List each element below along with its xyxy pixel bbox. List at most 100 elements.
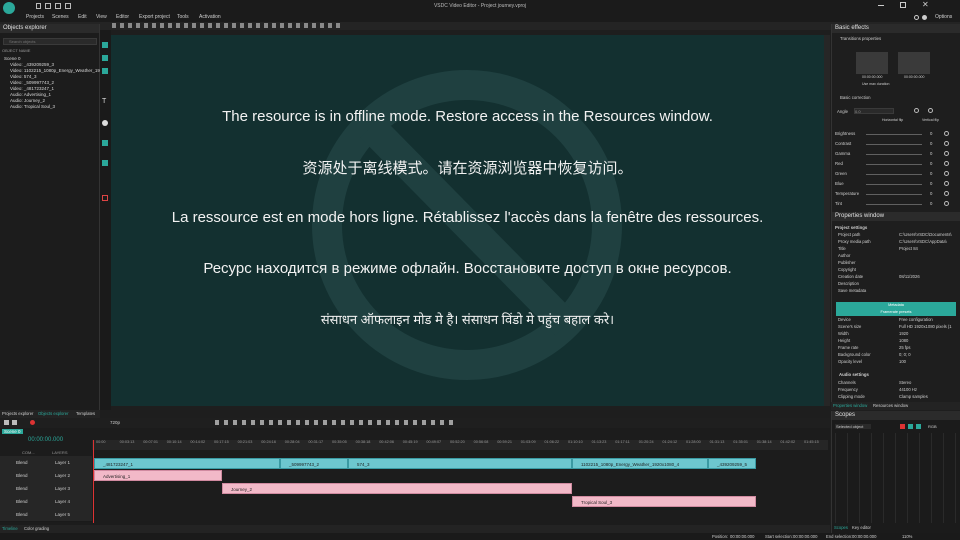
property-value[interactable]: 100 (899, 358, 906, 365)
property-row[interactable]: Scene's size Full HD 1920x1080 pixels (1 (831, 323, 957, 330)
correction-slider[interactable] (866, 194, 922, 195)
user-icon[interactable] (922, 15, 927, 20)
menu-tools[interactable]: Tools (177, 14, 189, 20)
preview-canvas[interactable]: The resource is in offline mode. Restore… (111, 35, 824, 406)
property-value[interactable]: Full HD 1920x1080 pixels (1 (899, 323, 952, 330)
menu-activation[interactable]: Activation (199, 14, 221, 20)
property-row[interactable]: Frame rate 25 fps (831, 344, 957, 351)
property-row[interactable]: Description (831, 280, 957, 287)
menu-projects[interactable]: Projects (26, 14, 44, 20)
correction-slider[interactable] (866, 134, 922, 135)
reset-icon[interactable] (944, 151, 949, 156)
property-row[interactable]: Publisher (831, 259, 957, 266)
rotate-left-icon[interactable] (914, 108, 919, 113)
chart-tool-icon[interactable] (102, 160, 108, 166)
cursor-tool-icon[interactable] (102, 42, 108, 48)
property-row[interactable]: Channels Stereo (831, 379, 957, 386)
reset-icon[interactable] (944, 161, 949, 166)
metadata-button[interactable]: Metadata (836, 302, 956, 309)
layer-row[interactable]: Blend Layer 5 (0, 508, 92, 522)
property-row[interactable]: Save metadata (831, 287, 957, 294)
record-icon[interactable] (30, 420, 35, 425)
quick-access-open-icon[interactable] (45, 3, 51, 9)
layer-row[interactable]: Blend Layer 4 (0, 495, 92, 509)
layer-blend[interactable]: Blend (16, 460, 28, 465)
tab-color-grading[interactable]: Color grading (24, 526, 49, 531)
angle-input[interactable] (854, 108, 894, 114)
property-row[interactable]: Opacity level 100 (831, 358, 957, 365)
objects-search-input[interactable] (3, 38, 97, 45)
toolbar-icons-group[interactable] (112, 23, 342, 28)
section-project-settings[interactable]: Project settings (835, 225, 867, 230)
menu-edit[interactable]: Edit (78, 14, 87, 20)
settings-gear-icon[interactable] (914, 15, 919, 20)
close-button[interactable]: ✕ (922, 0, 929, 9)
tab-timeline[interactable]: Timeline (2, 526, 18, 531)
rotate-right-icon[interactable] (928, 108, 933, 113)
layer-row[interactable]: Blend Layer 3 (0, 482, 92, 496)
tree-item-video[interactable]: Video: _509997743_2 (10, 80, 54, 85)
framerate-presets-button[interactable]: Framerate presets (836, 309, 956, 316)
property-row[interactable]: Device Free configuration (831, 316, 957, 323)
correction-slider[interactable] (866, 184, 922, 185)
section-audio-settings[interactable]: Audio settings (839, 372, 869, 377)
layer-row[interactable]: Blend Layer 1 (0, 456, 92, 470)
playhead[interactable] (93, 440, 94, 523)
property-value[interactable]: 1920 (899, 330, 908, 337)
minimize-button[interactable] (878, 5, 884, 6)
basic-correction-label[interactable]: Basic correction (840, 95, 871, 100)
audio-clip[interactable]: Tropical Soul_3 (572, 496, 756, 507)
scene-tab[interactable]: Scene 0 (2, 429, 23, 434)
property-value[interactable]: C:\Users\VSDC\Documents\ (899, 231, 952, 238)
property-value[interactable]: Stereo (899, 379, 911, 386)
tree-item-scene[interactable]: Scene 0 (4, 56, 21, 61)
property-row[interactable]: Frequency 44100 Hz (831, 386, 957, 393)
video-clip[interactable]: _481723247_1 (94, 458, 280, 469)
quality-select[interactable]: 720p (110, 420, 120, 425)
correction-slider[interactable] (866, 204, 922, 205)
reset-icon[interactable] (944, 131, 949, 136)
tree-item-audio[interactable]: Audio: Advertising_1 (10, 92, 51, 97)
property-value[interactable]: 44100 Hz (899, 386, 917, 393)
video-tool-icon[interactable] (102, 55, 108, 61)
correction-value[interactable]: 0 (930, 191, 932, 196)
preview-scrollbar[interactable] (824, 35, 830, 406)
correction-value[interactable]: 0 (930, 201, 932, 206)
correction-value[interactable]: 0 (930, 131, 932, 136)
correction-slider[interactable] (866, 174, 922, 175)
zoom-level[interactable]: 110% (902, 534, 912, 539)
property-row[interactable]: Copyright (831, 266, 957, 273)
correction-value[interactable]: 0 (930, 171, 932, 176)
stop-icon[interactable] (12, 420, 17, 425)
property-value[interactable]: 1080 (899, 337, 908, 344)
video-clip[interactable]: _509997743_2 (280, 458, 348, 469)
property-value[interactable]: 08/11/2026 (899, 273, 920, 280)
reset-icon[interactable] (944, 171, 949, 176)
property-value[interactable]: Project 84 (899, 245, 918, 252)
menu-scenes[interactable]: Scenes (52, 14, 69, 20)
effect-tool-icon[interactable] (102, 140, 108, 146)
tab-objects-explorer[interactable]: Objects explorer (38, 411, 69, 416)
property-value[interactable]: Free configuration (899, 316, 933, 323)
play-icon[interactable] (4, 420, 9, 425)
shape-tool-icon[interactable] (102, 120, 108, 126)
quick-access-save-icon[interactable] (55, 3, 61, 9)
menu-editor[interactable]: Editor (116, 14, 129, 20)
transport-buttons[interactable] (215, 420, 455, 425)
transitions-label[interactable]: Transitions properties (840, 36, 881, 41)
property-value[interactable]: Clamp samples (899, 393, 928, 400)
layer-blend[interactable]: Blend (16, 512, 28, 517)
property-row[interactable]: Height 1080 (831, 337, 957, 344)
audio-clip[interactable]: Journey_2 (222, 483, 572, 494)
maximize-button[interactable] (900, 2, 906, 8)
property-row[interactable]: Background color 0; 0; 0 (831, 351, 957, 358)
property-value[interactable]: 25 fps (899, 344, 910, 351)
tree-item-video[interactable]: Video: _481723247_1 (10, 86, 54, 91)
vertical-flip-checkbox[interactable]: Vertical flip (922, 118, 939, 122)
scope-channel-blue[interactable] (916, 424, 921, 429)
video-clip[interactable]: 1102215_1080p_Energy_Weather_1920x1080_4 (572, 458, 708, 469)
scopes-selector[interactable]: Selected object (835, 424, 872, 429)
tab-resources-window[interactable]: Resources window (873, 403, 908, 408)
scope-channel-green[interactable] (908, 424, 913, 429)
correction-value[interactable]: 0 (930, 151, 932, 156)
